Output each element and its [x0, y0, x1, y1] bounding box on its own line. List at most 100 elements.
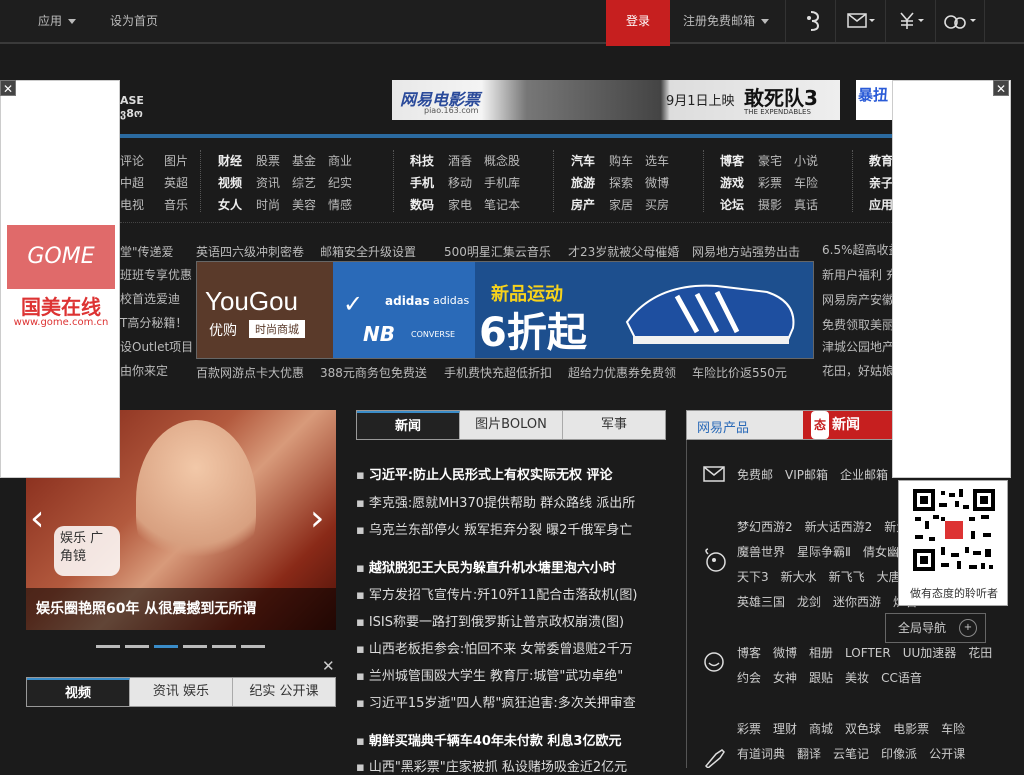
promo-link[interactable]: 邮箱安全升级设置: [320, 243, 416, 260]
promo-link[interactable]: 免费领取美丽: [822, 316, 894, 333]
product-link[interactable]: 商城: [809, 722, 833, 736]
nav-link[interactable]: 酒香: [448, 150, 472, 172]
nav-link[interactable]: 概念股: [484, 150, 520, 172]
carousel-dot[interactable]: [96, 645, 120, 648]
tab-products[interactable]: 网易产品: [697, 417, 749, 436]
nav-link[interactable]: 商业: [328, 150, 352, 172]
nav-heading[interactable]: 旅游: [571, 176, 595, 190]
product-link[interactable]: 跟贴: [809, 671, 833, 685]
promo-link[interactable]: 设Outlet项目: [120, 338, 193, 355]
product-link[interactable]: 新飞飞: [829, 570, 865, 584]
promo-link[interactable]: 6.5%超高收益: [822, 241, 901, 258]
news-headline[interactable]: ▪ 越狱脱犯王大民为躲直升机水塘里泡六小时: [356, 557, 616, 576]
promo-link[interactable]: 网易房产安徽: [822, 291, 894, 308]
close-icon[interactable]: ✕: [322, 657, 335, 675]
register-mail-menu[interactable]: 注册免费邮箱: [683, 0, 770, 42]
nav-link[interactable]: 股票: [256, 150, 280, 172]
promo-link[interactable]: 班班专享优惠: [120, 266, 192, 283]
product-link[interactable]: 彩票: [737, 722, 761, 736]
product-link[interactable]: 女神: [773, 671, 797, 685]
nav-link[interactable]: 购车: [609, 150, 633, 172]
nav-heading[interactable]: 教育: [869, 154, 893, 168]
nav-link[interactable]: 摄影: [758, 194, 782, 216]
chevron-left-icon[interactable]: ‹: [30, 498, 44, 539]
nav-link[interactable]: 选车: [645, 150, 669, 172]
product-link[interactable]: 新大水: [781, 570, 817, 584]
nav-link[interactable]: 探索: [609, 172, 633, 194]
product-link[interactable]: LOFTER: [845, 646, 891, 660]
netease-logo-icon[interactable]: [785, 0, 835, 42]
yuan-icon[interactable]: [885, 0, 935, 42]
nav-heading[interactable]: 博客: [720, 154, 744, 168]
nav-heading[interactable]: 科技: [410, 154, 434, 168]
product-link[interactable]: 免费邮: [737, 468, 773, 482]
carousel-dot[interactable]: [212, 645, 236, 648]
product-link[interactable]: CC语音: [881, 671, 922, 685]
gome-floating-ad[interactable]: GOME 国美在线 www.gome.com.cn: [0, 80, 120, 478]
chevron-right-icon[interactable]: ›: [310, 498, 324, 539]
news-item[interactable]: ▪ 乌克兰东部停火 叛军拒弃分裂 曝2千俄军身亡: [356, 519, 632, 538]
promo-link[interactable]: 车险比价返550元: [692, 364, 787, 381]
nav-heading[interactable]: 游戏: [720, 176, 744, 190]
nav-link[interactable]: 买房: [645, 194, 669, 216]
promo-link[interactable]: 才23岁就被父母催婚: [568, 243, 679, 260]
nav-link[interactable]: 纪实: [328, 172, 352, 194]
promo-link[interactable]: 由你来定: [120, 362, 168, 379]
promo-link[interactable]: 388元商务包免费送: [320, 364, 427, 381]
product-link[interactable]: 天下3: [737, 570, 769, 584]
news-item[interactable]: ▪ 兰州城管围殴大学生 教育厅:城管"武功卓绝": [356, 665, 623, 684]
promo-link[interactable]: T高分秘籍！: [120, 314, 187, 331]
tab-video-docs[interactable]: 纪实 公开课: [233, 678, 335, 706]
right-floating-ad[interactable]: [892, 80, 1011, 478]
nav-link[interactable]: 家居: [609, 194, 633, 216]
product-link[interactable]: 双色球: [845, 722, 881, 736]
promo-link[interactable]: 花田，好姑娘: [822, 362, 894, 379]
product-link[interactable]: 魔兽世界: [737, 545, 785, 559]
product-link[interactable]: 企业邮箱: [840, 468, 888, 482]
nav-link[interactable]: 车险: [794, 172, 818, 194]
close-ad-right-icon[interactable]: ✕: [993, 80, 1009, 96]
product-link[interactable]: 翻译: [797, 747, 821, 761]
news-item[interactable]: ▪ 山西老板拒参会:怕回不来 女常委曾退赃2千万: [356, 638, 633, 657]
nav-link[interactable]: 中超: [120, 172, 144, 194]
promo-link[interactable]: 新用户福利 充: [822, 266, 898, 283]
product-link[interactable]: VIP邮箱: [785, 468, 828, 482]
tab-news-app[interactable]: 态新闻: [803, 411, 893, 439]
nav-heading[interactable]: 房产: [571, 198, 595, 212]
nav-link[interactable]: 美容: [292, 194, 316, 216]
close-ad-left-icon[interactable]: ✕: [0, 80, 16, 96]
news-item[interactable]: ▪ ISIS称要一路打到俄罗斯让普京政权崩溃(图): [356, 611, 624, 630]
nav-link[interactable]: 资讯: [256, 172, 280, 194]
tab-video-news[interactable]: 资讯 娱乐: [130, 678, 233, 706]
carousel-dot-active[interactable]: [154, 645, 178, 648]
tab-video[interactable]: 视频: [27, 678, 130, 706]
mail-icon[interactable]: [835, 0, 885, 42]
nav-link[interactable]: 彩票: [758, 172, 782, 194]
product-link[interactable]: 梦幻西游2: [737, 520, 793, 534]
news-headline[interactable]: ▪ 朝鲜买瑞典千辆车40年未付款 利息3亿欧元: [356, 730, 621, 749]
product-link[interactable]: 英雄三国: [737, 595, 785, 609]
product-link[interactable]: 公开课: [929, 747, 965, 761]
product-link[interactable]: 博客: [737, 646, 761, 660]
carousel-dot[interactable]: [125, 645, 149, 648]
set-homepage-link[interactable]: 设为首页: [110, 0, 158, 42]
nav-heading[interactable]: 论坛: [720, 198, 744, 212]
news-item[interactable]: ▪ 山西"黑彩票"庄家被抓 私设赌场吸金近2亿元: [356, 756, 627, 775]
nav-link[interactable]: 真话: [794, 194, 818, 216]
product-link[interactable]: 新大话西游2: [805, 520, 873, 534]
product-link[interactable]: 约会: [737, 671, 761, 685]
cloud-music-icon[interactable]: [935, 0, 985, 42]
apps-menu[interactable]: 应用: [38, 0, 77, 42]
nav-link[interactable]: 情感: [328, 194, 352, 216]
product-link[interactable]: 电影票: [893, 722, 929, 736]
nav-link[interactable]: 评论: [120, 150, 144, 172]
news-item[interactable]: ▪ 习近平15岁逝"四人帮"疯狂迫害:多次关押审查: [356, 692, 636, 711]
product-link[interactable]: 迷你西游: [833, 595, 881, 609]
product-link[interactable]: 微博: [773, 646, 797, 660]
tab-military[interactable]: 军事: [563, 411, 665, 439]
promo-link[interactable]: 手机费快充超低折扣: [444, 364, 552, 381]
promo-link[interactable]: 津城公园地产: [822, 338, 894, 355]
nav-link[interactable]: 综艺: [292, 172, 316, 194]
product-link[interactable]: 车险: [941, 722, 965, 736]
nav-link[interactable]: 微博: [645, 172, 669, 194]
